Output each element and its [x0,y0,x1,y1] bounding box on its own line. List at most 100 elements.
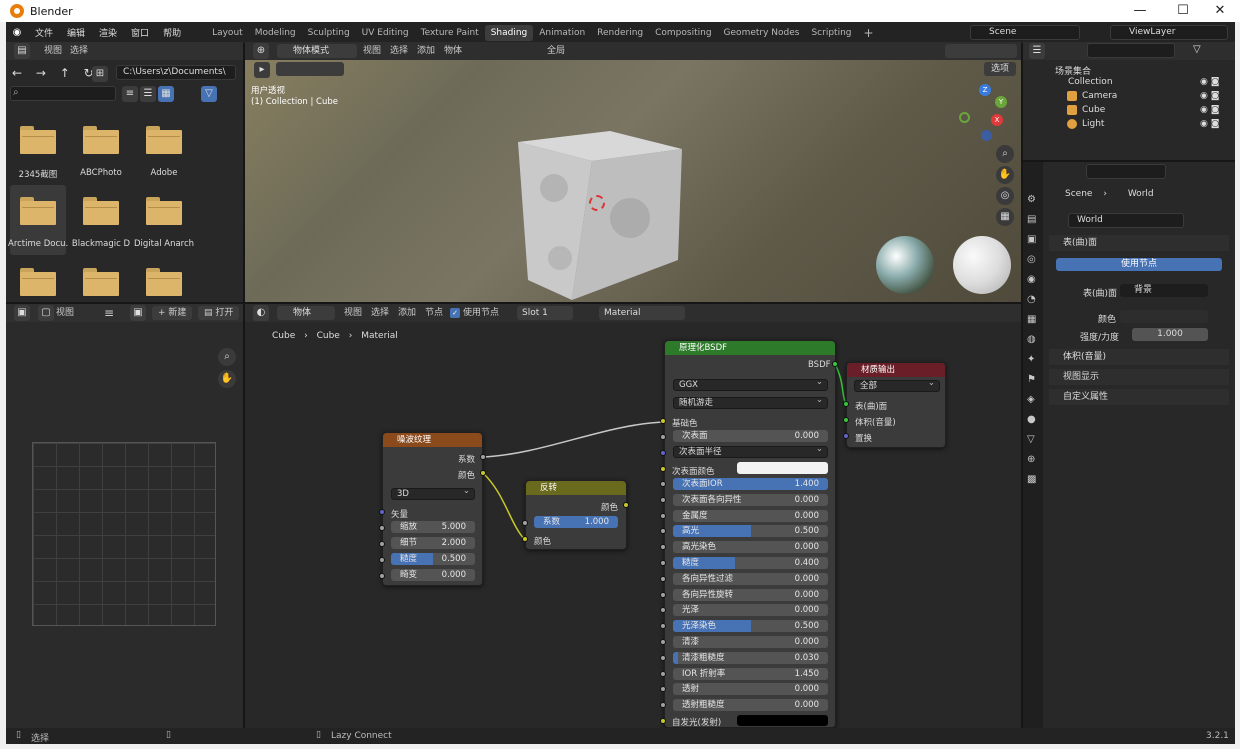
bsdf-input-slider[interactable]: 各向异性旋转 0.000 [673,589,828,601]
noise-node-header[interactable]: 噪波纹理 [383,433,482,447]
gizmo-neg-y-icon[interactable] [959,112,970,123]
bsdf-input-slider[interactable]: 透射粗糙度 0.000 [673,699,828,711]
volume-panel-header[interactable]: 体积(音量) [1049,349,1229,365]
menu-edit[interactable]: 编辑 [60,26,92,39]
bsdf-input-socket[interactable] [660,481,666,487]
viewport-display-panel-header[interactable]: 视图显示 [1049,369,1229,385]
select-mode-buttons[interactable] [276,62,344,76]
noise-vector-socket[interactable] [379,509,385,515]
bsdf-input-slider[interactable]: 光泽 0.000 [673,604,828,616]
editor-type-icon[interactable]: ⊕ [253,43,269,59]
editor-type-icon[interactable]: ▣ [14,305,30,321]
bsdf-input-slider[interactable]: 各向异性过滤 0.000 [673,573,828,585]
ortho-toggle-icon[interactable]: ▦ [996,208,1014,226]
folder-icon[interactable] [83,197,119,225]
world-datablock-field[interactable]: World [1068,213,1184,228]
zoom-icon[interactable]: ⌕ [996,145,1014,163]
collection-item[interactable]: Collection [1068,77,1113,87]
world-surface-field[interactable]: 背景 [1120,284,1208,297]
custom-properties-panel-header[interactable]: 自定义属性 [1049,389,1229,405]
noise-roughness-socket[interactable] [379,557,385,563]
menu-view[interactable]: 视图 [56,304,74,322]
tab-rendering[interactable]: Rendering [591,25,649,41]
new-folder-icon[interactable]: ⊞ [92,66,108,82]
gizmo-x-icon[interactable]: X [991,114,1003,126]
noise-dimension-dropdown[interactable]: 3D [391,486,475,500]
folder-icon[interactable] [146,197,182,225]
filter-icon[interactable]: ▽ [1193,44,1201,55]
open-image-button[interactable]: ▤ 打开 [198,306,240,320]
bsdf-input-socket[interactable] [660,544,666,550]
invert-in-color-socket[interactable] [522,536,528,542]
bsdf-input-slider[interactable]: 糙度 0.400 [673,557,828,569]
world-use-nodes-button[interactable]: 使用节点 [1056,258,1222,271]
bsdf-input-slider[interactable]: 清漆粗糙度 0.030 [673,652,828,664]
editor-type-icon[interactable]: ☰ [1029,43,1045,59]
bsdf-input-socket[interactable] [660,655,666,661]
emission-color-swatch[interactable] [737,715,828,726]
transform-orientation[interactable]: 全局 [547,42,565,60]
bsdf-input-socket[interactable] [660,513,666,519]
bsdf-input-slider[interactable]: 次表面IOR 1.400 [673,478,828,490]
tab-modeling[interactable]: Modeling [249,25,302,41]
object-mode-dropdown[interactable]: 物体模式 [277,44,357,58]
gizmo-y-icon[interactable]: Y [995,96,1007,108]
scene-selector[interactable]: Scene [970,25,1080,40]
bsdf-input-socket[interactable] [660,686,666,692]
navigation-gizmo[interactable]: Z Y X [957,84,1017,144]
outliner-item-cube[interactable]: Cube [1082,105,1105,115]
output-surface-socket[interactable] [843,401,849,407]
image-browse-icon[interactable]: ▣ [130,305,146,321]
hamburger-icon[interactable]: ≡ [104,304,114,322]
bsdf-input-slider[interactable]: 金属度 0.000 [673,510,828,522]
bsdf-input-slider[interactable]: 光泽染色 0.500 [673,620,828,632]
tab-sculpting[interactable]: Sculpting [302,25,356,41]
bsdf-input-slider[interactable]: 高光 0.500 [673,525,828,537]
gizmo-neg-z-icon[interactable] [981,130,992,141]
emission-socket[interactable] [660,718,666,724]
folder-icon[interactable] [83,268,119,296]
subsurface-color-swatch[interactable] [737,462,828,474]
noise-scale-slider[interactable]: 缩放 5.000 [391,521,475,533]
bsdf-input-socket[interactable] [660,607,666,613]
nav-arrows[interactable]: ← → ↑ ↻ [12,66,99,80]
camera-view-icon[interactable]: ◎ [996,187,1014,205]
list-view-icon[interactable]: ≡ [122,86,138,102]
output-target-dropdown[interactable]: 全部 [854,378,940,392]
noise-scale-socket[interactable] [379,525,385,531]
menu-window[interactable]: 窗口 [124,26,156,39]
noise-distortion-slider[interactable]: 畸变 0.000 [391,569,475,581]
subsurface-radius-socket[interactable] [660,450,666,456]
view-mode-icon[interactable]: ▢ [38,305,54,321]
gizmo-z-icon[interactable]: Z [979,84,991,96]
bsdf-out-socket[interactable] [832,361,838,367]
output-node-header[interactable]: 材质输出 [847,363,945,377]
editor-type-icon[interactable]: ▤ [14,43,30,59]
detail-view-icon[interactable]: ☰ [140,86,156,102]
tab-geometry-nodes[interactable]: Geometry Nodes [718,25,806,41]
bsdf-input-socket[interactable] [660,528,666,534]
folder-icon[interactable] [146,268,182,296]
new-image-button[interactable]: + 新建 [152,306,193,320]
tool-select-icon[interactable]: ▸ [254,62,270,78]
bsdf-input-slider[interactable]: 清漆 0.000 [673,636,828,648]
invert-fac-slider[interactable]: 系数 1.000 [534,516,618,528]
bsdf-input-socket[interactable] [660,623,666,629]
outliner-search-input[interactable] [1087,43,1175,58]
sss-method-dropdown[interactable]: 随机游走 [673,395,828,409]
subsurface-socket[interactable] [660,434,666,440]
menu-select[interactable]: 选择 [70,42,88,60]
folder-icon[interactable] [83,126,119,154]
surface-panel-header[interactable]: 表(曲)面 [1049,235,1229,251]
subsurface-radius-dropdown[interactable]: 次表面半径 [673,444,828,458]
bsdf-input-slider[interactable]: 高光染色 0.000 [673,541,828,553]
bsdf-input-socket[interactable] [660,497,666,503]
subsurface-color-socket[interactable] [660,466,666,472]
output-volume-socket[interactable] [843,417,849,423]
bsdf-input-socket[interactable] [660,576,666,582]
property-tab-icons[interactable]: ⚙ ▤ ▣ ◎ ◉ ◔ ▦ ◍ ✦ ⚑ ◈ ● ▽ ⊕ ▩ [1027,190,1039,510]
options-button[interactable]: 选项 [984,62,1016,76]
maximize-button[interactable]: ☐ [1163,0,1203,22]
bsdf-input-slider[interactable]: 次表面各向异性 0.000 [673,494,828,506]
close-button[interactable]: ✕ [1200,0,1240,22]
